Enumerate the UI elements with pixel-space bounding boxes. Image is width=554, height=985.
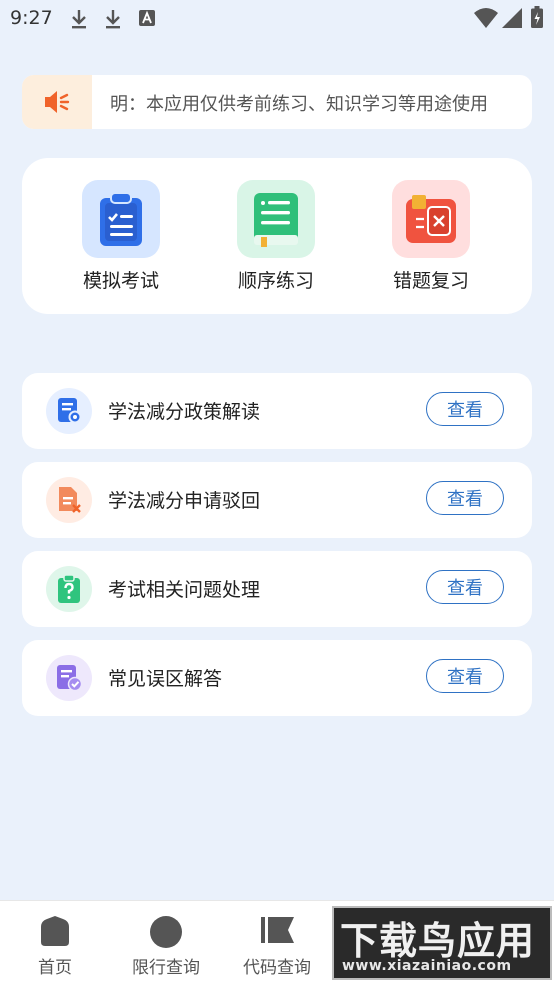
mock-exam-tile — [82, 180, 160, 258]
policy-icon-circle — [46, 388, 92, 434]
info-title: 考试相关问题处理 — [108, 579, 261, 601]
battery-icon — [531, 6, 543, 28]
info-row-policy[interactable]: 学法减分政策解读 查看 — [22, 373, 532, 449]
wifi-icon — [474, 8, 498, 28]
question-clipboard-icon — [58, 574, 80, 603]
practice-book-icon — [254, 193, 298, 247]
nav-restriction[interactable]: 限行查询 — [111, 901, 221, 985]
view-button[interactable]: 查看 — [426, 570, 504, 604]
status-bar: 9:27 — [0, 0, 554, 38]
font-a-icon — [139, 10, 155, 26]
sequential-practice-button[interactable]: 顺序练习 — [216, 180, 336, 293]
download-icon-2 — [106, 10, 120, 29]
signal-icon — [502, 8, 522, 28]
download-icon — [72, 10, 86, 29]
check-document-icon — [57, 665, 83, 692]
speaker-icon — [45, 91, 70, 113]
wrong-questions-icon — [406, 195, 456, 243]
nav-code[interactable]: 代码查询 — [222, 901, 332, 985]
nav-restriction-label: 限行查询 — [132, 958, 200, 978]
notice-bar[interactable]: 明：本应用仅供考前练习、知识学习等用途使用 — [22, 75, 532, 129]
exam-clipboard-icon — [100, 192, 142, 246]
notice-text: 明：本应用仅供考前练习、知识学习等用途使用 — [110, 94, 488, 115]
info-title: 常见误区解答 — [108, 668, 223, 690]
watermark-title: 下载鸟应用 — [340, 918, 536, 963]
notice-icon-box — [22, 75, 92, 129]
view-button[interactable]: 查看 — [426, 659, 504, 693]
sequential-practice-label: 顺序练习 — [237, 270, 314, 292]
view-button[interactable]: 查看 — [426, 481, 504, 515]
policy-document-icon — [58, 398, 82, 424]
nav-home[interactable]: 首页 — [0, 901, 110, 985]
wrong-review-button[interactable]: 错题复习 — [371, 180, 491, 293]
nav-home-label: 首页 — [38, 958, 72, 978]
misconceptions-icon-circle — [46, 655, 92, 701]
wrong-review-label: 错题复习 — [392, 270, 469, 292]
sequential-practice-tile — [237, 180, 315, 258]
flag-icon — [261, 917, 294, 943]
home-icon — [41, 916, 69, 946]
rejected-document-icon — [59, 487, 81, 513]
info-row-rejection[interactable]: 学法减分申请驳回 查看 — [22, 462, 532, 538]
info-title: 学法减分申请驳回 — [108, 490, 261, 512]
wrong-review-tile — [392, 180, 470, 258]
info-row-misconceptions[interactable]: 常见误区解答 查看 — [22, 640, 532, 716]
exam-issues-icon-circle — [46, 566, 92, 612]
nav-code-label: 代码查询 — [243, 958, 311, 978]
watermark: 下载鸟应用 www.xiazainiao.com — [332, 906, 552, 980]
rejection-icon-circle — [46, 477, 92, 523]
quick-actions-card: 模拟考试 顺序练习 错题复习 — [22, 158, 532, 314]
mock-exam-label: 模拟考试 — [82, 270, 159, 292]
mock-exam-button[interactable]: 模拟考试 — [61, 180, 181, 293]
restriction-icon — [150, 916, 182, 948]
watermark-url: www.xiazainiao.com — [342, 958, 512, 974]
view-button[interactable]: 查看 — [426, 392, 504, 426]
info-title: 学法减分政策解读 — [108, 401, 261, 423]
info-row-exam-issues[interactable]: 考试相关问题处理 查看 — [22, 551, 532, 627]
status-time: 9:27 — [10, 7, 53, 29]
